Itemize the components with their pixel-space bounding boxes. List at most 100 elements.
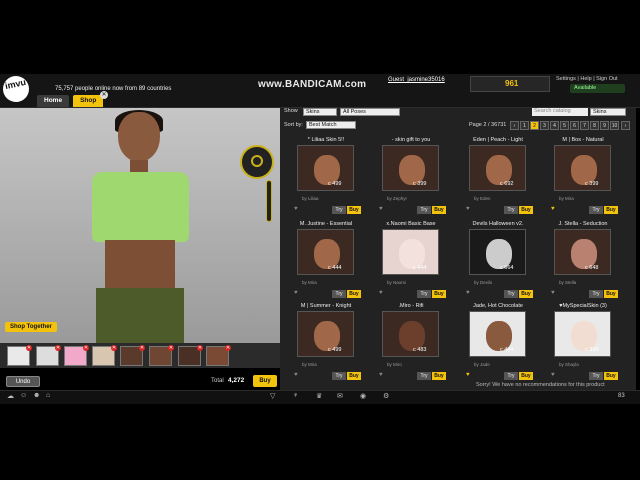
camera-icon[interactable]: ◉ — [360, 392, 366, 400]
outfit-icon[interactable]: ▽ — [270, 392, 275, 400]
heart-icon[interactable]: ♥ — [294, 206, 298, 212]
item-creator[interactable]: by Zephyr — [387, 196, 407, 201]
remove-icon[interactable]: ✕ — [225, 345, 231, 351]
next-page-button[interactable]: › — [621, 121, 630, 130]
catalog-item[interactable]: x.Naomi Basic Base c 444 by Naomi ♥ Try … — [379, 221, 446, 298]
item-thumbnail[interactable] — [297, 229, 354, 275]
buy-button[interactable]: Buy — [519, 372, 533, 380]
category-select[interactable]: Skins — [303, 108, 337, 116]
catalog-item[interactable]: ♥MySpecialSkin (3) c 399 by Shayla ♥ Try… — [551, 303, 618, 380]
try-button[interactable]: Try — [332, 372, 346, 380]
zoom-slider[interactable] — [266, 180, 272, 222]
heart-icon[interactable]: ♥ — [466, 290, 470, 296]
buy-button[interactable]: Buy — [519, 290, 533, 298]
item-creator[interactable]: by Mira — [302, 280, 317, 285]
buy-button[interactable]: Buy — [347, 290, 361, 298]
page-button[interactable]: 8 — [590, 121, 599, 130]
remove-icon[interactable]: ✕ — [26, 345, 32, 351]
page-button[interactable]: 6 — [570, 121, 579, 130]
page-button[interactable]: 4 — [550, 121, 559, 130]
item-creator[interactable]: by Naomi — [387, 280, 406, 285]
people-icon[interactable]: ☻ — [33, 392, 40, 399]
chat-icon[interactable]: ☁ — [7, 392, 14, 400]
heart-icon[interactable]: ♥ — [466, 372, 470, 378]
page-button[interactable]: 10 — [610, 121, 619, 130]
remove-icon[interactable]: ✕ — [139, 345, 145, 351]
buy-button[interactable]: Buy — [519, 206, 533, 214]
item-creator[interactable]: by Stella — [559, 280, 576, 285]
item-creator[interactable]: by Eden — [474, 196, 491, 201]
settings-icon[interactable]: ⚙ — [383, 392, 389, 400]
heart-icon[interactable]: ♥ — [379, 206, 383, 212]
buy-all-button[interactable]: Buy — [253, 375, 277, 387]
item-thumbnail[interactable] — [554, 145, 611, 191]
item-thumbnail[interactable] — [469, 145, 526, 191]
remove-icon[interactable]: ✕ — [197, 345, 203, 351]
catalog-item[interactable]: Devils Halloween v2. c 664 by Devils ♥ T… — [466, 221, 533, 298]
heart-icon[interactable]: ♥ — [466, 206, 470, 212]
heart-icon[interactable]: ♥ — [379, 372, 383, 378]
catalog-item[interactable]: * Liliaa Skin 5!! c 499 by Liliaa ♥ Try … — [294, 137, 361, 214]
item-creator[interactable]: by Mira — [559, 196, 574, 201]
buy-button[interactable]: Buy — [347, 372, 361, 380]
heart-icon[interactable]: ♥ — [551, 206, 555, 212]
page-button[interactable]: 9 — [600, 121, 609, 130]
item-creator[interactable]: by Shayla — [559, 362, 579, 367]
item-thumbnail[interactable] — [297, 311, 354, 357]
buy-button[interactable]: Buy — [347, 206, 361, 214]
try-button[interactable]: Try — [417, 290, 431, 298]
try-button[interactable]: Try — [332, 290, 346, 298]
remove-icon[interactable]: ✕ — [168, 345, 174, 351]
shop-together-button[interactable]: Shop Together — [5, 322, 57, 332]
catalog-item[interactable]: - skin gift to you c 399 by Zephyr ♥ Try… — [379, 137, 446, 214]
item-creator[interactable]: by Mira — [302, 362, 317, 367]
search-scope-select[interactable]: Skins — [590, 108, 626, 116]
try-button[interactable]: Try — [417, 206, 431, 214]
heart-icon[interactable]: ♥ — [294, 290, 298, 296]
try-button[interactable]: Try — [417, 372, 431, 380]
imvu-logo[interactable]: imvu — [0, 73, 32, 105]
search-input[interactable]: Search catalog — [532, 108, 588, 116]
page-button[interactable]: 3 — [540, 121, 549, 130]
item-thumbnail[interactable] — [297, 145, 354, 191]
catalog-item[interactable]: M | Summer - Knight c 499 by Mira ♥ Try … — [294, 303, 361, 380]
item-creator[interactable]: by Devils — [474, 280, 492, 285]
buy-button[interactable]: Buy — [604, 290, 618, 298]
try-button[interactable]: Try — [589, 206, 603, 214]
catalog-item[interactable]: Jade, Hot Chocolate c 444 by Jade ♥ Try … — [466, 303, 533, 380]
try-button[interactable]: Try — [504, 372, 518, 380]
buy-button[interactable]: Buy — [432, 206, 446, 214]
try-button[interactable]: Try — [504, 206, 518, 214]
item-thumbnail[interactable] — [469, 311, 526, 357]
sort-select[interactable]: Best Match — [306, 121, 356, 129]
item-thumbnail[interactable] — [554, 229, 611, 275]
buy-button[interactable]: Buy — [432, 290, 446, 298]
buy-button[interactable]: Buy — [604, 206, 618, 214]
tab-home[interactable]: Home — [37, 95, 70, 107]
heart-icon[interactable]: ♥ — [294, 372, 298, 378]
heart-icon[interactable]: ♥ — [379, 290, 383, 296]
page-button[interactable]: 1 — [520, 121, 529, 130]
page-button[interactable]: 7 — [580, 121, 589, 130]
undo-button[interactable]: Undo — [6, 376, 40, 387]
try-button[interactable]: Try — [589, 372, 603, 380]
status-dropdown[interactable]: Available — [570, 84, 625, 93]
prev-page-button[interactable]: ‹ — [510, 121, 519, 130]
remove-icon[interactable]: ✕ — [111, 345, 117, 351]
camera-nav-control[interactable] — [240, 145, 274, 179]
buy-button[interactable]: Buy — [432, 372, 446, 380]
remove-icon[interactable]: ✕ — [55, 345, 61, 351]
catalog-item[interactable]: Eden | Peach - Light c 692 by Eden ♥ Try… — [466, 137, 533, 214]
item-thumbnail[interactable] — [554, 311, 611, 357]
try-button[interactable]: Try — [504, 290, 518, 298]
rooms-icon[interactable]: ⌂ — [46, 392, 50, 399]
account-links[interactable]: Settings | Help | Sign Out — [556, 76, 618, 82]
item-thumbnail[interactable] — [382, 145, 439, 191]
catalog-item[interactable]: J. Stella - Seduction c 648 by Stella ♥ … — [551, 221, 618, 298]
try-button[interactable]: Try — [332, 206, 346, 214]
catalog-item[interactable]: M | Bos - Natural c 399 by Mira ♥ Try Bu… — [551, 137, 618, 214]
item-thumbnail[interactable] — [382, 311, 439, 357]
item-thumbnail[interactable] — [382, 229, 439, 275]
item-creator[interactable]: by Liliaa — [302, 196, 319, 201]
page-button[interactable]: 5 — [560, 121, 569, 130]
